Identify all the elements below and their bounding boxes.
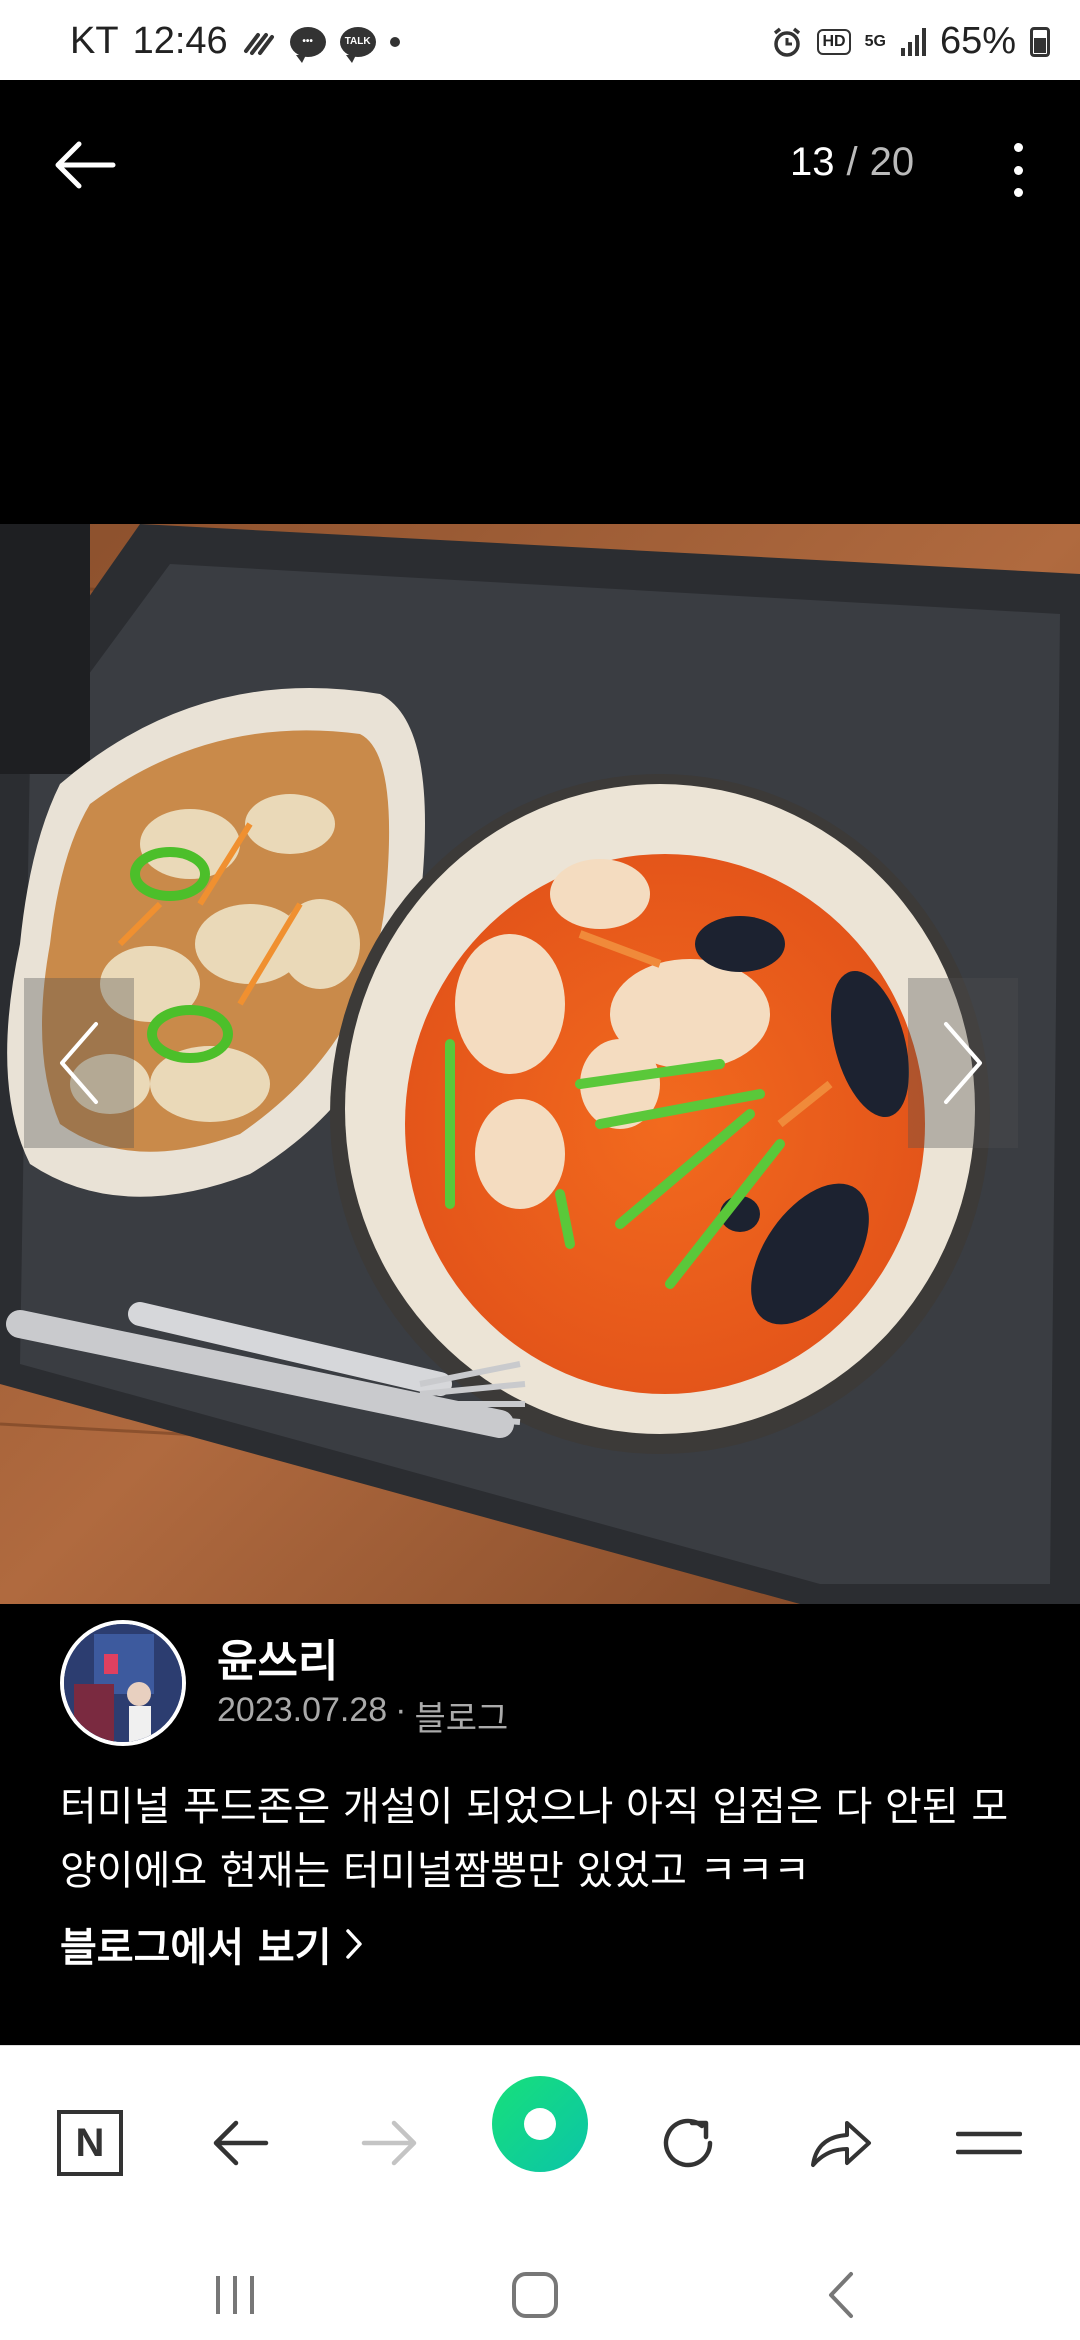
browser-back-button[interactable] — [195, 2098, 285, 2188]
notification-dot-icon — [389, 36, 400, 47]
chevron-right-icon — [345, 1929, 362, 1959]
green-dot-icon — [524, 2108, 556, 2140]
network-5g-icon: 5G — [864, 32, 886, 50]
recent-apps-button[interactable] — [195, 2260, 275, 2330]
naver-home-button[interactable]: N — [45, 2098, 135, 2188]
total-pages: 20 — [869, 140, 915, 184]
arrow-left-icon — [213, 2120, 269, 2166]
back-chevron-icon — [829, 2272, 853, 2318]
share-button[interactable] — [795, 2098, 885, 2188]
view-in-blog-link[interactable]: 블로그에서 보기 — [60, 1915, 364, 1973]
signal-activity-icon — [242, 27, 276, 57]
viewer-header: 13 / 20 — [0, 80, 1080, 250]
back-button[interactable] — [50, 130, 120, 200]
carrier-label: KT — [70, 20, 119, 62]
alarm-icon — [771, 26, 803, 58]
browser-toolbar: N — [0, 2045, 1080, 2240]
browser-forward-button[interactable] — [345, 2098, 435, 2188]
menu-button[interactable] — [944, 2098, 1034, 2188]
chevron-right-icon — [944, 1022, 982, 1104]
signal-bars-icon — [900, 27, 926, 56]
kakaotalk-icon: TALK — [339, 26, 376, 63]
recent-apps-icon — [216, 2276, 254, 2314]
page-counter: 13 / 20 — [790, 140, 914, 185]
status-bar: KT 12:46 ••• TALK HD 5G 65% — [0, 0, 1080, 80]
green-dot-button[interactable] — [492, 2076, 588, 2172]
more-dot-icon — [1013, 188, 1023, 197]
system-nav-bar — [0, 2240, 1080, 2340]
chevron-left-icon — [60, 1022, 98, 1104]
home-button[interactable] — [495, 2260, 575, 2330]
post-caption: 터미널 푸드존은 개설이 되었으나 아직 입점은 다 안된 모양이에요 현재는 … — [60, 1784, 1009, 1894]
post-source: 블로그 — [414, 1700, 509, 1738]
avatar-image — [64, 1624, 182, 1742]
view-in-blog-label: 블로그에서 보기 — [60, 1925, 332, 1971]
battery-percent: 65% — [939, 20, 1016, 62]
reload-icon — [663, 2118, 713, 2168]
author-avatar[interactable] — [60, 1620, 186, 1746]
author-name[interactable]: 윤쓰리 — [217, 1625, 338, 1689]
more-dot-icon — [1013, 165, 1023, 175]
page-separator: / — [846, 140, 858, 184]
home-icon — [512, 2272, 558, 2318]
status-left: KT 12:46 ••• TALK — [70, 20, 400, 63]
status-right: HD 5G 65% — [771, 20, 1050, 63]
clock: 12:46 — [132, 20, 228, 62]
next-photo-button[interactable] — [908, 978, 1018, 1148]
current-page: 13 — [790, 140, 835, 184]
hamburger-menu-icon — [956, 2131, 1022, 2155]
post-date: 2023.07.28 — [217, 1691, 388, 1729]
system-back-button[interactable] — [800, 2260, 880, 2330]
battery-icon — [1030, 26, 1050, 57]
message-icon: ••• — [289, 26, 326, 63]
arrow-right-icon — [361, 2120, 417, 2166]
more-options-button[interactable] — [1000, 135, 1036, 205]
meta-separator: · — [395, 1691, 407, 1729]
post-info: 윤쓰리 2023.07.28 · 블로그 터미널 푸드존은 개설이 되었으나 아… — [0, 1605, 1080, 2045]
post-meta: 2023.07.28 · 블로그 — [217, 1691, 508, 1740]
previous-photo-button[interactable] — [24, 978, 134, 1148]
more-dot-icon — [1013, 143, 1023, 152]
naver-n-icon: N — [57, 2110, 123, 2176]
arrow-left-icon — [55, 141, 116, 189]
reload-button[interactable] — [643, 2098, 733, 2188]
share-icon — [811, 2121, 871, 2167]
hd-voice-icon: HD — [817, 28, 851, 55]
